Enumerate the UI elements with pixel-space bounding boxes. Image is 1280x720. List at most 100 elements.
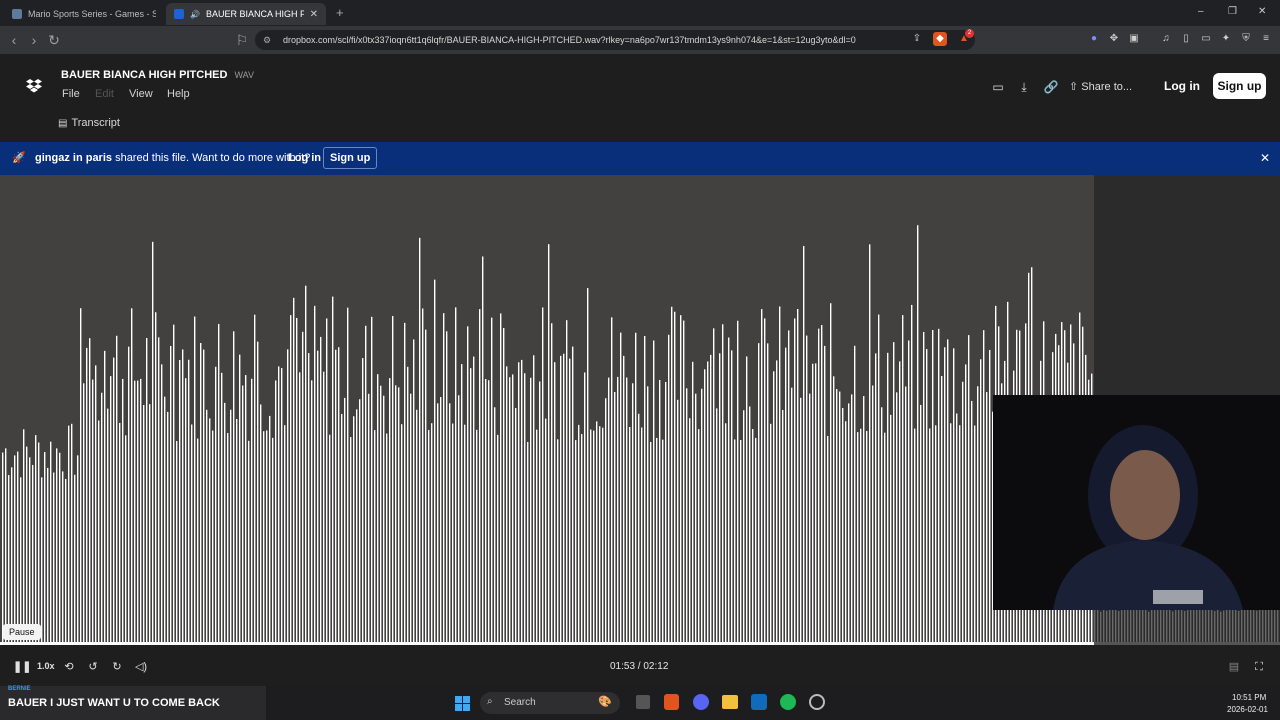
link-icon[interactable]: 🔗: [1043, 79, 1059, 95]
waveform-bar: [896, 392, 898, 642]
file-explorer-icon[interactable]: [722, 695, 738, 709]
shield-icon[interactable]: ⛨: [1239, 32, 1253, 46]
leo-ai-icon[interactable]: ✦: [1219, 32, 1233, 46]
header-login-button[interactable]: Log in: [1160, 73, 1204, 99]
captions-icon[interactable]: ▤: [1226, 659, 1242, 675]
waveform-bar: [914, 428, 916, 642]
waveform-bar: [527, 441, 529, 642]
waveform-bar: [482, 256, 484, 642]
tab-mario-sports[interactable]: Mario Sports Series - Games - Speed: [4, 3, 164, 25]
waveform-bar: [1118, 611, 1120, 642]
menu-icon[interactable]: ≡: [1259, 32, 1273, 46]
waveform-bar: [68, 425, 70, 642]
maximize-button[interactable]: ❐: [1228, 6, 1237, 17]
pause-icon[interactable]: ❚❚: [13, 659, 31, 675]
waveform-bar: [491, 317, 493, 642]
forward-10-icon[interactable]: ↻: [109, 659, 125, 675]
close-window-button[interactable]: ✕: [1258, 6, 1266, 17]
tab-bauer-bianca[interactable]: 🔊 BAUER BIANCA HIGH PITCHE ✕: [166, 3, 326, 25]
waveform-bar: [335, 349, 337, 642]
forward-icon[interactable]: ›: [24, 30, 44, 50]
waveform-bar: [647, 386, 649, 642]
reading-list-icon[interactable]: ▭: [1199, 32, 1213, 46]
brave-taskbar-icon[interactable]: [664, 694, 679, 710]
waveform-bar: [281, 368, 283, 642]
banner-login-link[interactable]: Log in: [288, 152, 321, 164]
clock-time[interactable]: 10:51 PM: [1232, 693, 1266, 702]
waveform-bar: [662, 439, 664, 642]
brave-shield-icon[interactable]: ◆: [933, 32, 947, 46]
waveform-bar: [332, 296, 334, 642]
menu-help[interactable]: Help: [167, 88, 190, 100]
waveform-bar: [380, 385, 382, 642]
back-icon[interactable]: ‹: [4, 30, 24, 50]
waveform-bar: [560, 355, 562, 642]
overlay-small-label: BERNIE: [8, 686, 31, 692]
waveform-bar: [215, 366, 217, 642]
waveform-bar: [1163, 607, 1165, 642]
waveform-bar: [449, 403, 451, 642]
waveform-bar: [428, 429, 430, 642]
waveform-bar: [212, 430, 214, 642]
share-button[interactable]: ⇧ Share to...: [1069, 80, 1132, 93]
waveform-bar: [569, 358, 571, 642]
media-icon[interactable]: ♫: [1159, 32, 1173, 46]
transcript-button[interactable]: ▤ Transcript: [58, 117, 120, 129]
waveform-bar: [434, 279, 436, 642]
app-taskbar-icon[interactable]: [809, 694, 825, 710]
site-info-icon[interactable]: ⚙: [263, 30, 271, 50]
waveform-bar: [956, 413, 958, 642]
fullscreen-icon[interactable]: ⛶: [1251, 659, 1267, 675]
discord-taskbar-icon[interactable]: [693, 694, 709, 710]
waveform-bar: [383, 395, 385, 642]
share-page-icon[interactable]: ⇪: [910, 32, 924, 46]
clock-date[interactable]: 2026-02-01: [1227, 705, 1268, 714]
taskbar-search-box[interactable]: ⌕ Search 🎨: [480, 692, 620, 714]
waveform-bar: [113, 357, 115, 642]
comment-icon[interactable]: ▭: [990, 79, 1006, 95]
waveform-bar: [245, 375, 247, 642]
waveform-bar: [98, 420, 100, 642]
waveform-bar: [290, 315, 292, 642]
rewind-10-icon[interactable]: ↺: [85, 659, 101, 675]
header-signup-button[interactable]: Sign up: [1213, 73, 1266, 99]
download-icon[interactable]: ⤓: [1016, 79, 1032, 95]
dropbox-favicon-icon: [174, 9, 184, 19]
waveform-bar: [371, 316, 373, 642]
new-tab-button[interactable]: +: [336, 5, 344, 20]
playback-speed[interactable]: 1.0x: [37, 661, 55, 671]
waveform-bar: [740, 440, 742, 642]
minimize-button[interactable]: –: [1198, 6, 1204, 17]
menu-view[interactable]: View: [129, 88, 153, 100]
spotify-icon[interactable]: [780, 694, 796, 710]
waveform-bar: [653, 340, 655, 642]
reload-icon[interactable]: ↻: [44, 30, 64, 50]
waveform-bar: [341, 413, 343, 642]
waveform-bar: [1172, 611, 1174, 642]
menu-file[interactable]: File: [62, 88, 80, 100]
volume-icon[interactable]: ◁): [133, 659, 149, 675]
waveform-bar: [20, 477, 22, 642]
dropbox-logo-icon[interactable]: [26, 79, 42, 93]
waveform-bar: [719, 353, 721, 642]
extensions-icon[interactable]: ✥: [1107, 32, 1121, 46]
sidebar-icon[interactable]: ▯: [1179, 32, 1193, 46]
bookmark-icon[interactable]: ⚐: [232, 30, 252, 50]
banner-signup-button[interactable]: Sign up: [323, 147, 378, 169]
address-bar[interactable]: ⚙ dropbox.com/scl/fi/x0tx337ioqn6tt1q6lq…: [255, 30, 975, 50]
waveform-bar: [836, 389, 838, 642]
waveform-bar: [1106, 610, 1108, 642]
tab-close-icon[interactable]: ✕: [310, 9, 318, 20]
waveform-bar: [635, 332, 637, 642]
waveform-bar: [2, 452, 4, 642]
loop-icon[interactable]: ⟲: [61, 659, 77, 675]
vpn-icon[interactable]: ●: [1087, 32, 1101, 46]
task-view-icon[interactable]: [636, 695, 650, 709]
share-label: Share to...: [1081, 81, 1133, 93]
wallet-icon[interactable]: ▣: [1127, 32, 1141, 46]
outlook-icon[interactable]: [751, 694, 767, 710]
waveform-bar: [908, 340, 910, 642]
waveform-bar: [302, 331, 304, 642]
windows-start-icon[interactable]: [455, 696, 470, 711]
banner-close-icon[interactable]: ✕: [1260, 151, 1270, 165]
